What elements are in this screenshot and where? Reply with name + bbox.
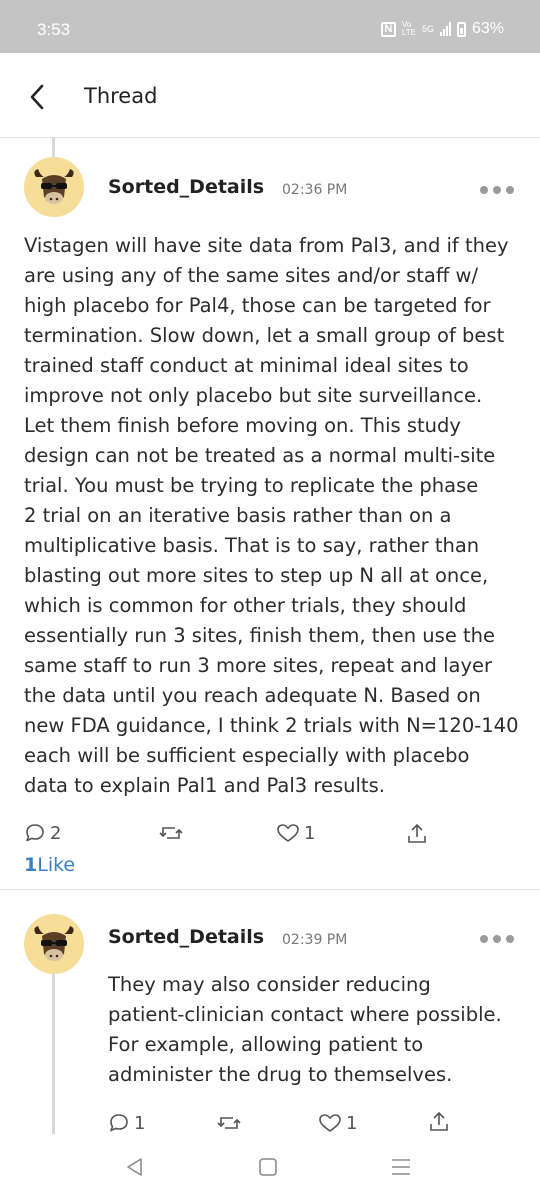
post-divider (0, 889, 540, 890)
more-options-icon[interactable] (480, 186, 514, 194)
thread-connector (52, 138, 55, 158)
likes-summary-number: 1 (24, 854, 38, 876)
thread-header: Thread (0, 53, 540, 138)
bull-avatar-icon (34, 169, 74, 204)
nav-menu-icon[interactable] (390, 1157, 412, 1177)
reply-button[interactable]: 1 (108, 1112, 145, 1134)
avatar[interactable] (24, 157, 84, 217)
post-body: They may also consider reducing patient-… (108, 973, 502, 1086)
heart-icon (277, 824, 299, 842)
like-count-inline: 1 (346, 1112, 358, 1134)
repost-button[interactable] (158, 822, 184, 844)
bull-avatar-icon (34, 926, 74, 961)
share-button[interactable] (406, 822, 428, 846)
reply-count: 1 (134, 1112, 146, 1134)
comment-icon (26, 824, 44, 842)
status-icons: N Vo LTE 5G 63% (380, 20, 504, 38)
battery-level: 63% (471, 20, 504, 37)
like-button[interactable]: 1 (318, 1112, 357, 1134)
post-body: Vistagen will have site data from Pal3, … (24, 234, 519, 797)
system-nav-bar (0, 1140, 540, 1200)
network-type-label: 5G (421, 24, 434, 34)
nav-back-icon[interactable] (124, 1156, 146, 1178)
status-bar: 3:53 N Vo LTE 5G 63% (0, 0, 540, 53)
share-button[interactable] (428, 1110, 450, 1134)
signal-icon (439, 22, 451, 36)
status-time: 3:53 (37, 20, 71, 39)
nfc-icon: N (380, 21, 396, 37)
repost-icon (159, 827, 183, 839)
post-username[interactable]: Sorted_Details (108, 176, 264, 198)
volte-icon: Vo LTE (401, 20, 416, 37)
share-icon (408, 823, 426, 843)
share-icon (430, 1111, 448, 1131)
post-time: 02:39 PM (282, 932, 348, 948)
like-count-inline: 1 (304, 822, 316, 844)
thread-connector (52, 974, 55, 1134)
post-time: 02:36 PM (282, 182, 348, 198)
repost-button[interactable] (216, 1112, 242, 1134)
repost-icon (217, 1117, 241, 1129)
comment-icon (110, 1114, 128, 1132)
more-options-icon[interactable] (480, 935, 514, 943)
likes-summary-label: Like (37, 854, 76, 876)
battery-icon (456, 21, 466, 37)
heart-icon (319, 1114, 341, 1132)
post-username[interactable]: Sorted_Details (108, 926, 264, 948)
likes-summary-link[interactable]: 1Like (24, 854, 75, 876)
chevron-left-icon[interactable] (24, 82, 54, 112)
avatar[interactable] (24, 914, 84, 974)
reply-button[interactable]: 2 (24, 822, 61, 844)
nav-home-icon[interactable] (258, 1157, 278, 1177)
page-title: Thread (84, 84, 158, 108)
like-button[interactable]: 1 (276, 822, 315, 844)
reply-count: 2 (50, 822, 62, 844)
